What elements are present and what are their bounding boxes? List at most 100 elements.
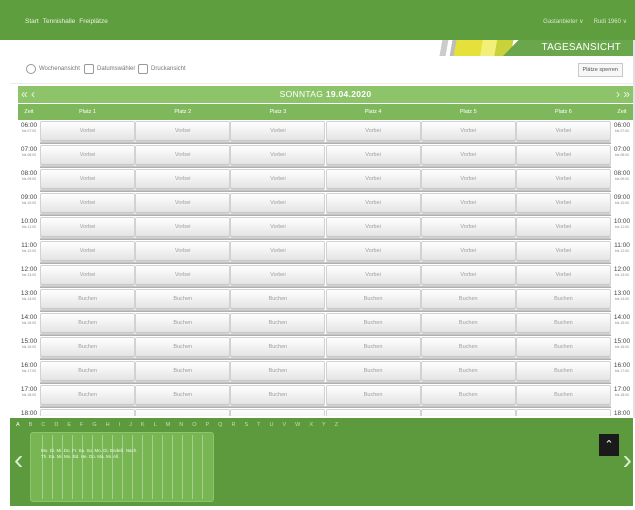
book-slot-button[interactable]: Buchen xyxy=(420,361,516,382)
time-range-label: bis 14:00 xyxy=(614,297,630,301)
book-slot-button[interactable]: Buchen xyxy=(135,361,231,382)
book-slot-button[interactable]: Buchen xyxy=(40,385,136,406)
past-slot: Vorbei xyxy=(325,241,421,262)
card-line-2: Th. Ea. Mi. Mo. Bd. He. Do. Ma. Mi. All. xyxy=(41,454,120,459)
alphabet-letter[interactable]: J xyxy=(129,422,132,428)
next-day-button[interactable]: › » xyxy=(616,87,630,101)
alphabet-letter[interactable]: M xyxy=(166,422,171,428)
book-slot-button[interactable]: Buchen xyxy=(230,361,326,382)
main-menu: Start Tennishalle Freiplätze xyxy=(25,18,108,25)
alphabet-letter[interactable]: S xyxy=(244,422,248,428)
table-header: Zeit Platz 1 Platz 2 Platz 3 Platz 4 Platz 5 P… xyxy=(18,104,633,120)
week-view-button[interactable]: Wochenansicht xyxy=(26,64,80,74)
alphabet-letters: A B C D E F G H I J K L M N O P Q R S T U V W X Y Z xyxy=(16,422,338,428)
past-slot xyxy=(40,409,136,416)
book-slot-button[interactable]: Buchen xyxy=(230,385,326,406)
book-slot-button[interactable]: Buchen xyxy=(230,337,326,358)
alphabet-letter[interactable]: K xyxy=(141,422,145,428)
alphabet-letter[interactable]: X xyxy=(309,422,313,428)
alphabet-letter[interactable]: U xyxy=(269,422,273,428)
time-label: 14:00 xyxy=(20,314,38,321)
member-card[interactable]: Mo. Di. Mi. Do. Fr. Sa. So. Mo. Di. Ende… xyxy=(30,432,214,502)
past-slot: Vorbei xyxy=(135,265,231,286)
block-courts-button[interactable]: Plätze sperren xyxy=(577,63,623,77)
date-value: 19.04.2020 xyxy=(325,89,372,99)
past-slot: Vorbei xyxy=(40,169,136,190)
panel-next-icon[interactable]: › xyxy=(623,444,632,476)
book-slot-button[interactable]: Buchen xyxy=(230,289,326,310)
time-label: 15:00 xyxy=(20,338,38,345)
time-range-label: bis 13:00 xyxy=(21,273,37,277)
alphabet-letter[interactable]: Z xyxy=(335,422,338,428)
time-label: 07:00 xyxy=(613,146,631,153)
book-slot-button[interactable]: Buchen xyxy=(325,385,421,406)
past-slot xyxy=(325,409,421,416)
book-slot-button[interactable]: Buchen xyxy=(515,385,611,406)
time-label: 07:00 xyxy=(20,146,38,153)
alphabet-letter[interactable]: H xyxy=(106,422,110,428)
book-slot-button[interactable]: Buchen xyxy=(135,385,231,406)
alphabet-letter[interactable]: Q xyxy=(218,422,222,428)
time-label: 08:00 xyxy=(613,170,631,177)
alphabet-letter[interactable]: A xyxy=(16,422,20,428)
time-cell-right: 07:00 bis 08:00 xyxy=(611,144,633,168)
time-cell-left: 10:00 bis 11:00 xyxy=(18,216,40,240)
past-slot xyxy=(230,409,326,416)
time-label: 16:00 xyxy=(20,362,38,369)
book-slot-button[interactable]: Buchen xyxy=(420,313,516,334)
past-slot: Vorbei xyxy=(515,265,611,286)
menu-tennishalle[interactable]: Tennishalle xyxy=(43,18,76,25)
alphabet-letter[interactable]: V xyxy=(282,422,286,428)
panel-prev-icon[interactable]: ‹ xyxy=(14,444,23,476)
menu-start[interactable]: Start xyxy=(25,18,39,25)
alphabet-letter[interactable]: Y xyxy=(322,422,326,428)
book-slot-button[interactable]: Buchen xyxy=(40,361,136,382)
alphabet-letter[interactable]: I xyxy=(119,422,121,428)
user-dropdown[interactable]: Rudi 1960 ∨ xyxy=(594,18,627,25)
alphabet-letter[interactable]: P xyxy=(206,422,210,428)
alphabet-letter[interactable]: D xyxy=(54,422,58,428)
book-slot-button[interactable]: Buchen xyxy=(420,385,516,406)
book-slot-button[interactable]: Buchen xyxy=(325,337,421,358)
court-header: Platz 5 xyxy=(459,109,477,115)
menu-freiplaetze[interactable]: Freiplätze xyxy=(79,18,108,25)
court-header: Platz 1 xyxy=(79,109,96,115)
alphabet-letter[interactable]: G xyxy=(92,422,96,428)
alphabet-letter[interactable]: N xyxy=(179,422,183,428)
alphabet-letter[interactable]: F xyxy=(80,422,83,428)
book-slot-button[interactable]: Buchen xyxy=(230,313,326,334)
book-slot-button[interactable]: Buchen xyxy=(325,313,421,334)
book-slot-button[interactable]: Buchen xyxy=(515,289,611,310)
time-label: 13:00 xyxy=(20,290,38,297)
book-slot-button[interactable]: Buchen xyxy=(40,337,136,358)
book-slot-button[interactable]: Buchen xyxy=(40,313,136,334)
book-slot-button[interactable]: Buchen xyxy=(325,361,421,382)
time-label: 10:00 xyxy=(20,218,38,225)
book-slot-button[interactable]: Buchen xyxy=(40,289,136,310)
book-slot-button[interactable]: Buchen xyxy=(515,313,611,334)
date-select-button[interactable]: Datumswähler xyxy=(84,64,135,74)
past-slot xyxy=(135,409,231,416)
book-slot-button[interactable]: Buchen xyxy=(325,289,421,310)
alphabet-letter[interactable]: B xyxy=(29,422,33,428)
alphabet-letter[interactable]: E xyxy=(67,422,71,428)
alphabet-letter[interactable]: O xyxy=(192,422,196,428)
past-slot: Vorbei xyxy=(420,145,516,166)
alphabet-letter[interactable]: R xyxy=(231,422,235,428)
alphabet-letter[interactable]: W xyxy=(295,422,300,428)
guest-dropdown[interactable]: Gastanbieter ∨ xyxy=(543,18,583,25)
alphabet-letter[interactable]: T xyxy=(257,422,260,428)
scroll-up-button[interactable]: ⌃ xyxy=(599,434,619,456)
book-slot-button[interactable]: Buchen xyxy=(135,337,231,358)
book-slot-button[interactable]: Buchen xyxy=(135,313,231,334)
book-slot-button[interactable]: Buchen xyxy=(515,337,611,358)
alphabet-letter[interactable]: L xyxy=(154,422,157,428)
time-label: 08:00 xyxy=(20,170,38,177)
alphabet-letter[interactable]: C xyxy=(41,422,45,428)
book-slot-button[interactable]: Buchen xyxy=(420,289,516,310)
print-view-button[interactable]: Druckansicht xyxy=(138,64,186,74)
book-slot-button[interactable]: Buchen xyxy=(135,289,231,310)
book-slot-button[interactable]: Buchen xyxy=(420,337,516,358)
time-cell-right: 17:00 bis 18:00 xyxy=(611,384,633,408)
book-slot-button[interactable]: Buchen xyxy=(515,361,611,382)
